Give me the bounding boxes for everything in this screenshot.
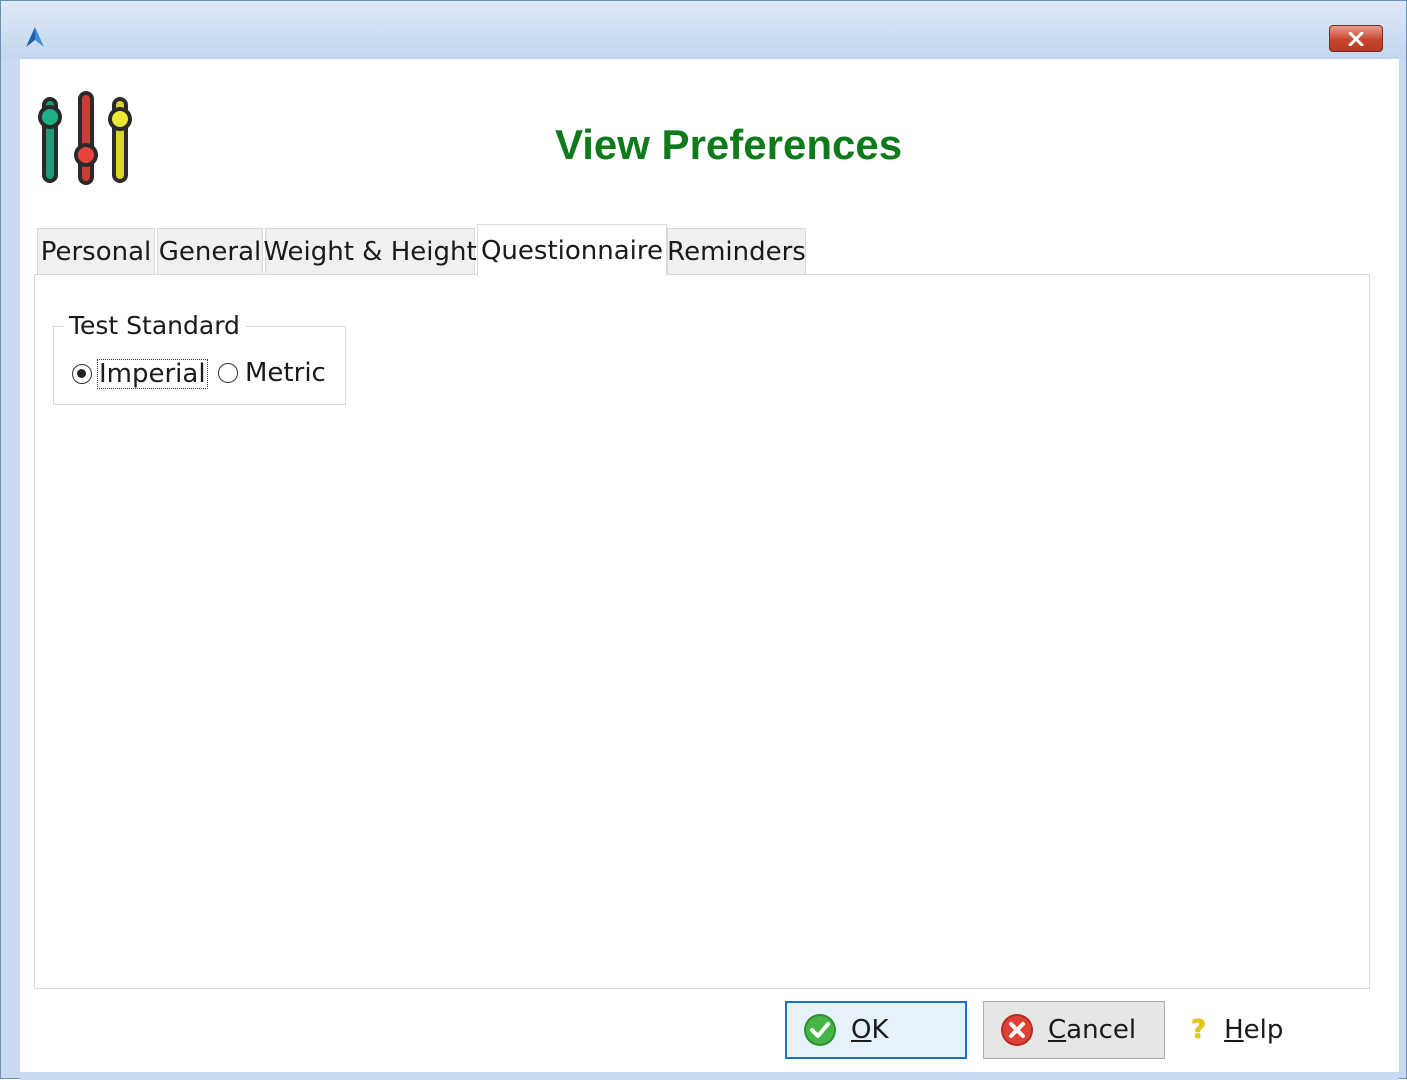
check-circle-icon — [804, 1014, 836, 1046]
tab-personal[interactable]: Personal — [37, 228, 155, 274]
metric-radio-label[interactable]: Metric — [245, 359, 326, 387]
test-standard-label: Test Standard — [64, 311, 245, 340]
tab-questionnaire[interactable]: Questionnaire — [477, 224, 667, 276]
ok-button-label: OK — [851, 1015, 889, 1045]
metric-radio[interactable]: Metric — [218, 359, 326, 387]
close-button[interactable] — [1329, 25, 1383, 52]
cancel-button-label: Cancel — [1048, 1015, 1137, 1045]
tab-reminders[interactable]: Reminders — [667, 228, 806, 274]
tab-general[interactable]: General — [157, 228, 263, 274]
x-circle-icon — [1001, 1014, 1033, 1046]
test-standard-group: Test Standard Imperial Metric — [53, 311, 346, 405]
metric-radio-circle[interactable] — [218, 363, 238, 383]
cancel-button[interactable]: Cancel — [983, 1001, 1165, 1059]
help-button[interactable]: ? Help — [1191, 1007, 1283, 1053]
dialog-body: View Preferences Personal General Weight… — [20, 59, 1399, 1072]
imperial-radio-label[interactable]: Imperial — [97, 359, 208, 389]
preferences-window: View Preferences Personal General Weight… — [0, 0, 1407, 1080]
imperial-radio-circle[interactable] — [72, 364, 92, 384]
question-icon: ? — [1191, 1015, 1207, 1045]
imperial-radio[interactable]: Imperial — [72, 359, 208, 389]
questionnaire-panel: Test Standard Imperial Metric — [34, 274, 1370, 989]
close-icon — [1348, 31, 1364, 46]
app-logo-icon — [26, 27, 44, 47]
title-bar[interactable] — [1, 1, 1406, 59]
tab-weight-height[interactable]: Weight & Height — [263, 228, 477, 274]
ok-button[interactable]: OK — [785, 1001, 967, 1059]
help-button-label: Help — [1224, 1015, 1284, 1045]
page-title: View Preferences — [554, 121, 903, 168]
